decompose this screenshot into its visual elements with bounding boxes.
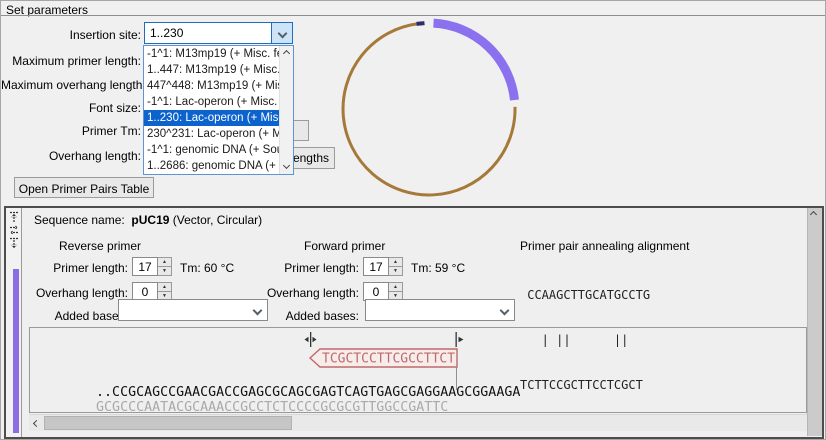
primer-editor-panel: Sequence name: pUC19 (Vector, Circular) … (4, 206, 824, 439)
primer-start-handle[interactable] (304, 332, 317, 348)
spin-down-icon[interactable]: ▼ (158, 267, 172, 276)
reverse-primer-length-label: Primer length: (21, 261, 128, 275)
insertion-site-dropdown-button[interactable] (271, 23, 292, 43)
reverse-added-bases-label: Added bases: (21, 309, 128, 323)
sequence-name-row: Sequence name: pUC19 (Vector, Circular) (34, 213, 262, 227)
sequence-viewer[interactable]: TCGCTCCTTCGCCTTCT ..CCGCAGCCGAACGACCGAGC… (29, 327, 807, 413)
sequence-name-label: Sequence name: (34, 213, 125, 227)
chevron-down-icon (499, 305, 509, 315)
sequence-upstream: ..CCGCAGCCGAACGACCGAGCGCAGCGAGTCAGTGAGCG… (96, 385, 520, 400)
panel-vertical-scrollbar[interactable] (807, 208, 822, 436)
reverse-primer-tm: Tm: 60 °C (180, 261, 234, 275)
primer-design-window: Set parameters Insertion site: Maximum p… (0, 0, 826, 440)
insertion-site-combobox[interactable]: 1..230 (144, 22, 293, 44)
forward-primer-tm: Tm: 59 °C (411, 261, 465, 275)
forward-added-bases-label: Added bases: (252, 309, 359, 323)
reverse-primer-annotation[interactable]: TCGCTCCTTCGCCTTCT (309, 348, 458, 368)
align-bottom-icon[interactable] (8, 237, 20, 249)
spin-up-icon[interactable]: ▲ (158, 282, 172, 292)
sequence-text: ..CCGCAGCCGAACGACCGAGCGCAGCGAGTCAGTGAGCG… (32, 370, 520, 413)
spin-up-icon[interactable]: ▲ (389, 282, 403, 292)
reverse-overhang-label: Overhang length: (21, 286, 128, 300)
forward-primer-length-value[interactable]: 17 (363, 257, 389, 276)
reverse-primer-title: Reverse primer (59, 239, 141, 253)
scroll-left-button[interactable] (29, 415, 44, 431)
overhang-length-label: Overhang length: (1, 149, 141, 163)
sequence-downstream: GCGCCCAATACGCAAACCGCCTCTCCCCGCGCGTTGGCCG… (96, 400, 448, 413)
sequence-name: pUC19 (131, 213, 169, 227)
horizontal-scrollbar-thumb[interactable] (44, 416, 292, 430)
alignment-top-strand: CCAAGCTTGCATGCCTG (520, 288, 650, 303)
reverse-primer-length-stepper[interactable]: 17 ▲ ▼ (132, 257, 172, 276)
dropdown-option[interactable]: 1..447: M13mp19 (+ Misc. (144, 62, 279, 78)
forward-added-bases-combobox[interactable] (365, 299, 515, 321)
dropdown-option[interactable]: 230^231: Lac-operon (+ M (144, 126, 279, 142)
open-primer-pairs-table-button[interactable]: Open Primer Pairs Table (14, 177, 154, 198)
editor-gutter (6, 208, 22, 437)
forward-primer-length-label: Primer length: (252, 261, 359, 275)
spin-up-icon[interactable]: ▲ (158, 257, 172, 267)
scroll-down-button[interactable] (280, 160, 293, 174)
insertion-site-dropdown-list: -1^1: M13mp19 (+ Misc. fe 1..447: M13mp1… (143, 45, 294, 175)
max-overhang-length-label: Maximum overhang length: (1, 78, 141, 92)
annealing-alignment-title: Primer pair annealing alignment (520, 239, 689, 253)
chevron-up-icon (810, 211, 817, 218)
dropdown-option[interactable]: -1^1: M13mp19 (+ Misc. fe (144, 46, 279, 62)
primer-end-handle[interactable] (455, 332, 464, 348)
dropdown-option[interactable]: -1^1: genomic DNA (+ Sou (144, 142, 279, 158)
sequence-type: (Vector, Circular) (169, 213, 262, 227)
spin-down-icon[interactable]: ▼ (389, 267, 403, 276)
dropdown-option-selected[interactable]: 1..230: Lac-operon (+ Misc (144, 110, 279, 126)
plasmid-map (336, 11, 536, 207)
insertion-site-value: 1..230 (145, 23, 271, 43)
chevron-left-icon (33, 419, 40, 426)
dropdown-option[interactable]: -1^1: Lac-operon (+ Misc. (144, 94, 279, 110)
reverse-primer-length-value[interactable]: 17 (132, 257, 158, 276)
forward-added-bases-dropdown-button[interactable] (494, 300, 514, 320)
chevron-down-icon (277, 28, 287, 38)
reverse-added-bases-value (119, 300, 247, 320)
sequence-horizontal-scrollbar[interactable] (29, 414, 807, 431)
forward-overhang-label: Overhang length: (252, 286, 359, 300)
forward-primer-length-stepper[interactable]: 17 ▲ ▼ (363, 257, 403, 276)
swap-arrows-icon[interactable] (8, 224, 20, 236)
max-primer-length-label: Maximum primer length: (1, 54, 141, 68)
align-top-icon[interactable] (8, 211, 20, 223)
font-size-label: Font size: (1, 101, 141, 115)
dropdown-option[interactable]: 447^448: M13mp19 (+ Mis (144, 78, 279, 94)
reverse-added-bases-combobox[interactable] (118, 299, 268, 321)
dropdown-option[interactable]: 1..2686: genomic DNA (+ S (144, 158, 279, 174)
spin-up-icon[interactable]: ▲ (389, 257, 403, 267)
plasmid-insert-arc (434, 23, 515, 100)
reverse-primer-annotation-text: TCGCTCCTTCGCCTTCT (322, 352, 455, 367)
scroll-up-button[interactable] (280, 46, 293, 60)
insertion-site-label: Insertion site: (1, 28, 141, 42)
plasmid-origin-marker (416, 21, 424, 26)
dropdown-scrollbar[interactable] (279, 46, 293, 174)
forward-added-bases-value (366, 300, 494, 320)
chevron-down-icon (283, 162, 290, 169)
forward-primer-title: Forward primer (304, 239, 385, 253)
insertion-region-bar (13, 269, 19, 433)
chevron-up-icon (283, 49, 290, 56)
primer-tm-label: Primer Tm: (1, 124, 141, 138)
